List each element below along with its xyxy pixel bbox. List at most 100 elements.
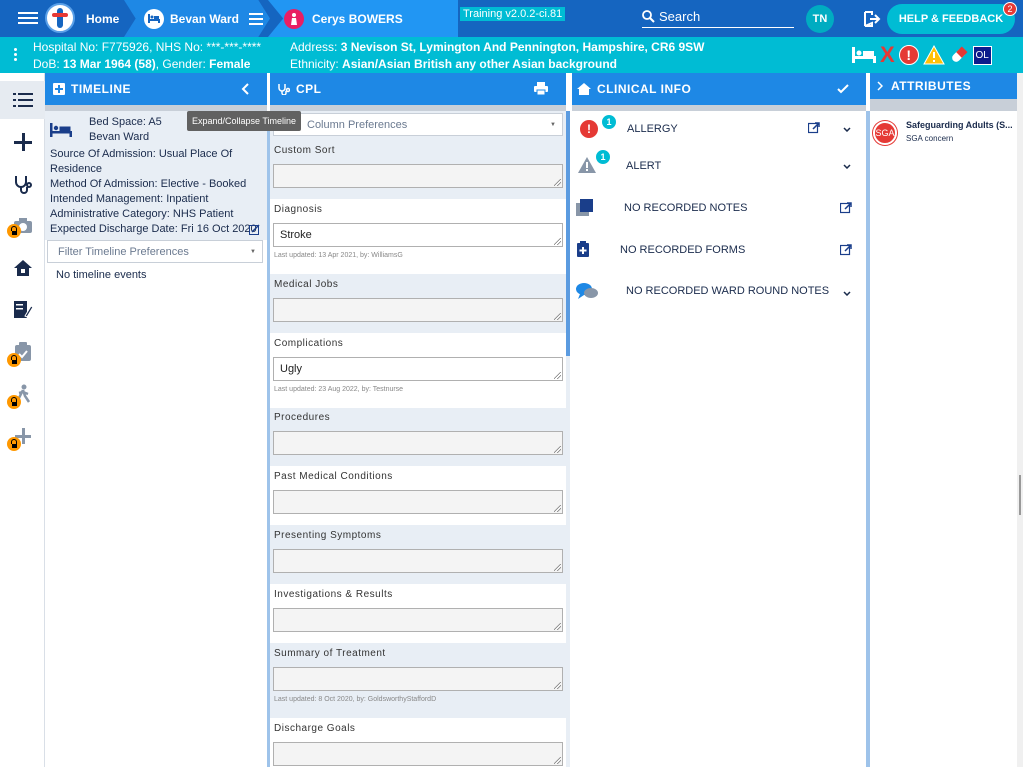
cpl-section-label: Procedures (274, 411, 331, 423)
allergy-row[interactable]: ! 1 ALLERGY (572, 114, 866, 144)
clinical-info-panel: ! 1 ALLERGY 1 ALERT NO RECORDED NOTES NO… (572, 111, 866, 767)
allergy-icon: ! (580, 120, 598, 138)
clipboard-plus-icon (577, 241, 589, 257)
breadcrumb-ward-label: Bevan Ward (170, 11, 239, 26)
breadcrumb-ward[interactable]: Bevan Ward (124, 0, 270, 37)
chevron-down-icon[interactable] (843, 164, 851, 169)
lock-icon (7, 395, 21, 409)
cpl-section-custom-sort: Custom Sort (270, 141, 566, 188)
ward-menu-icon[interactable] (248, 10, 263, 28)
external-link-icon[interactable] (808, 122, 820, 134)
close-status-icon[interactable]: X (880, 44, 895, 66)
version-badge: Training v2.0.2-ci.81 (460, 7, 566, 21)
stethoscope-icon (14, 176, 32, 194)
external-link-icon[interactable] (840, 244, 852, 256)
search-label: Search (659, 9, 701, 24)
help-feedback-button[interactable]: HELP & FEEDBACK (887, 4, 1015, 34)
diagnosis-field[interactable]: Stroke (273, 223, 563, 247)
app-logo (45, 3, 75, 33)
bed-ward: Bevan Ward (89, 131, 150, 143)
nav-discharge[interactable] (0, 375, 45, 413)
admission-line: Method Of Admission: Elective - Booked (50, 178, 247, 190)
user-avatar[interactable]: TN (806, 5, 834, 33)
notes-stack-icon (576, 199, 593, 216)
nav-list[interactable] (0, 81, 45, 119)
patient-menu-icon[interactable] (14, 46, 18, 63)
summary-treatment-field[interactable] (273, 667, 563, 691)
chevron-down-icon[interactable] (843, 127, 851, 132)
safeguarding-title[interactable]: Safeguarding Adults (S... (906, 120, 1013, 130)
chevron-left-icon[interactable] (241, 83, 249, 95)
past-medical-field[interactable] (273, 490, 563, 514)
admission-line: Intended Management: Inpatient (50, 193, 209, 205)
nav-clinical[interactable] (0, 165, 45, 203)
allergy-status-icon[interactable]: ! (898, 45, 919, 65)
external-link-icon[interactable] (840, 202, 852, 214)
custom-sort-field[interactable] (273, 164, 563, 188)
discharge-goals-field[interactable] (273, 742, 563, 766)
alert-row[interactable]: 1 ALERT (572, 149, 866, 181)
ethnicity-value: Asian/Asian British any other Asian back… (342, 57, 617, 71)
patient-identifiers: Hospital No: F775926, NHS No: ***-***-**… (33, 40, 262, 54)
nav-notes[interactable] (0, 291, 45, 329)
notes-row[interactable]: NO RECORDED NOTES (572, 193, 866, 223)
alert-label: ALERT (626, 160, 662, 172)
chevron-down-icon[interactable] (843, 291, 851, 296)
notes-label: NO RECORDED NOTES (624, 202, 748, 214)
house-icon (577, 83, 591, 95)
medication-pill-icon[interactable] (949, 45, 969, 65)
presenting-symptoms-field[interactable] (273, 549, 563, 573)
page-scrollbar-thumb[interactable] (1019, 475, 1021, 515)
bed-icon (50, 123, 72, 137)
clinical-info-title: CLINICAL INFO (597, 82, 692, 96)
chevron-right-icon[interactable] (877, 81, 883, 91)
search-input[interactable]: Search (642, 6, 794, 28)
complications-field[interactable]: Ugly (273, 357, 563, 381)
stethoscope-icon (278, 84, 290, 95)
patient-status-icons: X ! OL (852, 44, 992, 66)
main-menu-button[interactable] (18, 9, 38, 29)
investigations-field[interactable] (273, 608, 563, 632)
procedures-field[interactable] (273, 431, 563, 455)
cpl-scrollbar[interactable] (566, 111, 570, 356)
timeline-filter-select[interactable]: Filter Timeline Preferences (47, 240, 263, 263)
admission-line: Administrative Category: NHS Patient (50, 208, 234, 220)
page-scrollbar[interactable] (1017, 73, 1023, 767)
logout-icon[interactable] (862, 9, 882, 29)
edit-icon[interactable] (249, 224, 260, 235)
cpl-panel: Column Preferences Custom Sort Diagnosis… (270, 111, 566, 767)
search-icon (642, 10, 655, 23)
nav-camera[interactable] (0, 207, 45, 245)
female-patient-icon (284, 8, 304, 29)
ol-status-icon[interactable]: OL (972, 45, 992, 65)
app-root: Home Bevan Ward Cerys BOWERS Training v2… (0, 0, 1023, 767)
medical-jobs-field[interactable] (273, 298, 563, 322)
timeline-filter-placeholder: Filter Timeline Preferences (58, 245, 189, 258)
cpl-section-label: Past Medical Conditions (274, 470, 393, 482)
warning-icon[interactable] (922, 45, 945, 65)
column-preferences-select[interactable]: Column Preferences (273, 113, 563, 136)
attributes-title: ATTRIBUTES (891, 79, 972, 93)
check-icon[interactable] (837, 84, 849, 94)
attributes-header: ATTRIBUTES (870, 73, 1017, 99)
forms-row[interactable]: NO RECORDED FORMS (572, 235, 866, 265)
breadcrumb-patient-label: Cerys BOWERS (312, 11, 403, 26)
nav-add[interactable] (0, 123, 45, 161)
nav-clipboard[interactable] (0, 333, 45, 371)
nav-home[interactable] (0, 249, 45, 287)
print-icon[interactable] (534, 82, 548, 95)
bed-status-icon[interactable] (852, 47, 876, 63)
breadcrumb-home[interactable]: Home (86, 0, 119, 37)
cpl-section-label: Diagnosis (274, 203, 323, 215)
diagnosis-last-updated: Last updated: 13 Apr 2021, by: WilliamsG (274, 252, 403, 259)
discharge-date-line: Expected Discharge Date: Fri 16 Oct 2020 (50, 222, 261, 237)
home-icon (13, 260, 32, 276)
ward-round-row[interactable]: NO RECORDED WARD ROUND NOTES (572, 276, 866, 306)
nav-add-more[interactable] (0, 417, 45, 455)
cpl-section-medical-jobs: Medical Jobs (270, 275, 566, 322)
left-navigation (0, 73, 45, 767)
patient-address: Address: 3 Nevison St, Lymington And Pen… (290, 40, 705, 54)
breadcrumb-patient[interactable]: Cerys BOWERS (268, 0, 458, 37)
list-icon (12, 93, 33, 107)
cpl-section-label: Presenting Symptoms (274, 529, 382, 541)
